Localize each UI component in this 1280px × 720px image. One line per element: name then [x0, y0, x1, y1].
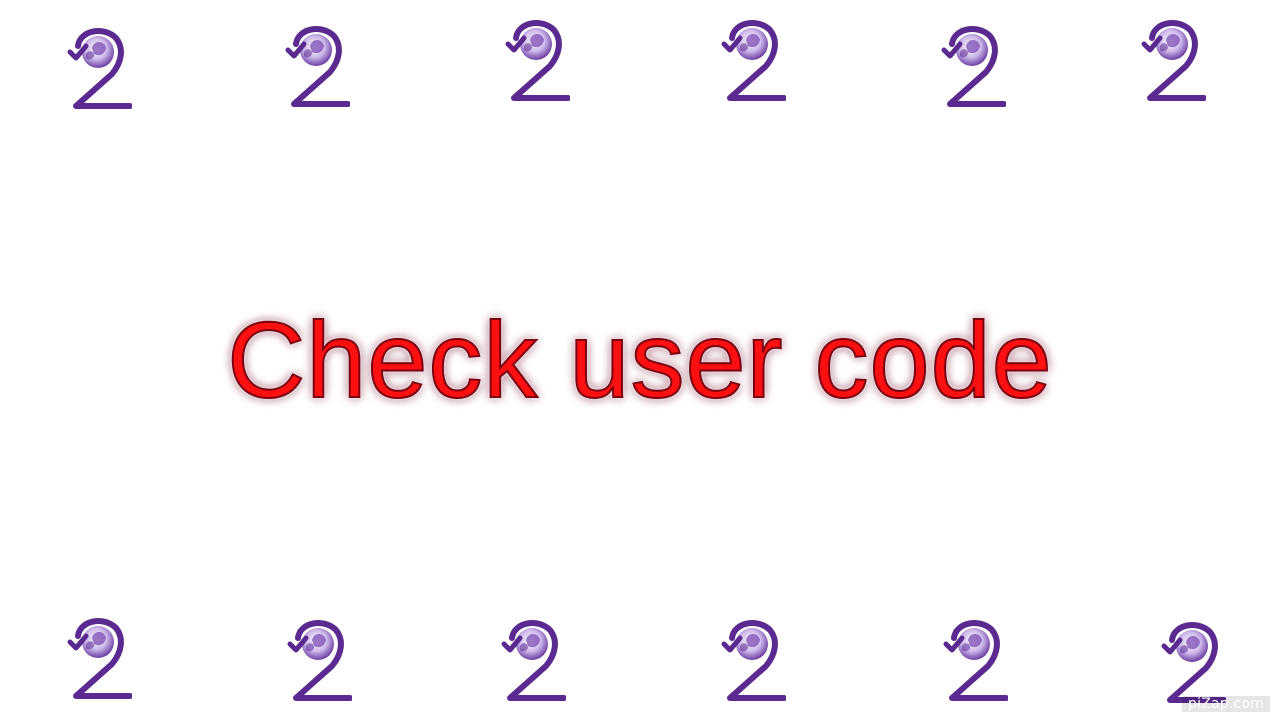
globe-two-logo-icon [60, 610, 132, 702]
globe-two-logo-icon [714, 612, 786, 704]
globe-two-logo-icon [60, 20, 132, 112]
globe-two-logo-icon [494, 612, 566, 704]
globe-two-logo-icon [280, 612, 352, 704]
watermark-text: piZap.com [1182, 696, 1270, 712]
globe-two-logo-icon [1134, 12, 1206, 104]
headline-text: Check user code [226, 299, 1053, 421]
globe-two-logo-icon [278, 18, 350, 110]
globe-two-logo-icon [936, 612, 1008, 704]
globe-two-logo-icon [934, 18, 1006, 110]
globe-two-logo-icon [498, 12, 570, 104]
globe-two-logo-icon [1154, 614, 1226, 706]
globe-two-logo-icon [714, 12, 786, 104]
